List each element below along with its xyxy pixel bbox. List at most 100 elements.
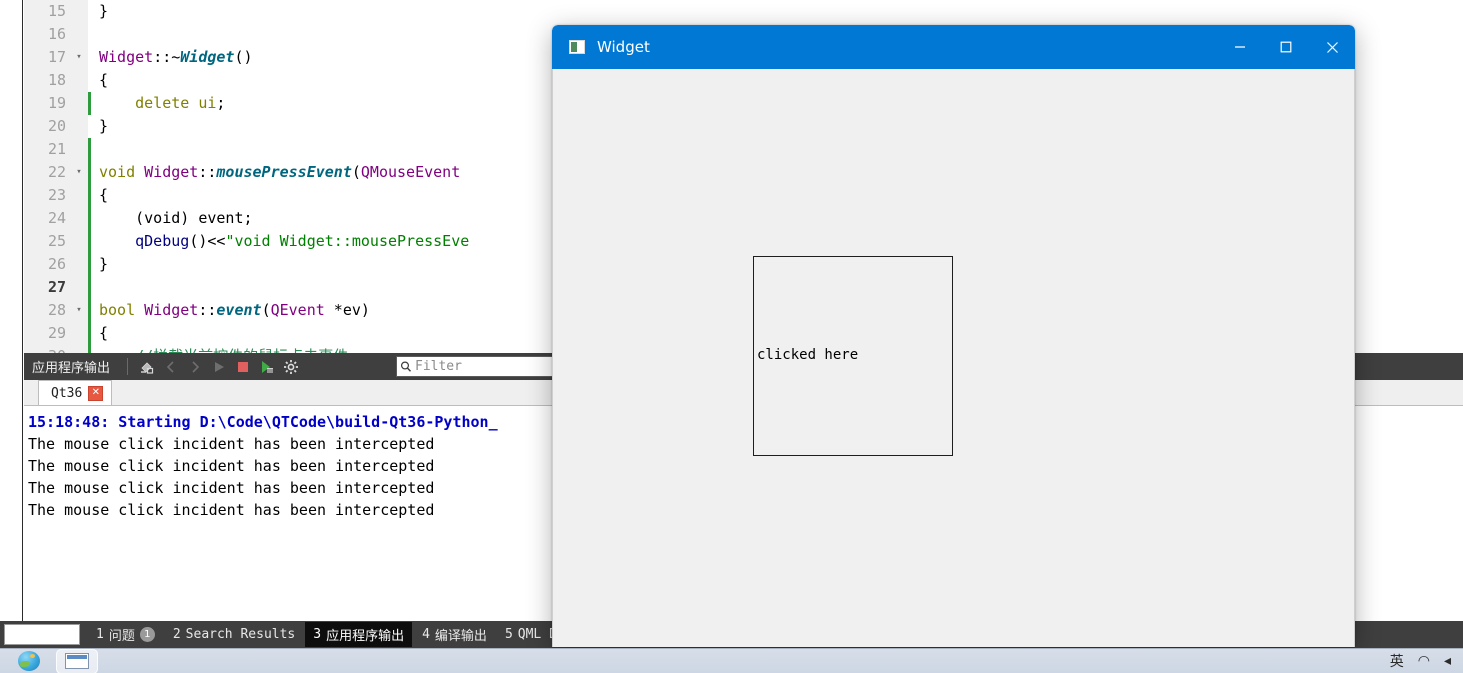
mode-selector-bar[interactable] — [0, 0, 23, 648]
maximize-icon[interactable] — [1263, 25, 1309, 69]
code-token: QEvent — [270, 301, 325, 319]
internet-globe-icon[interactable] — [18, 651, 40, 671]
minimize-icon[interactable] — [1217, 25, 1263, 69]
next-item-icon[interactable] — [183, 355, 207, 379]
system-tray: 英 ◠ ◂ — [1390, 651, 1463, 671]
code-line: 28 ▾ bool Widget::event(QEvent *ev) — [24, 299, 469, 322]
line-number: 22 — [24, 161, 70, 184]
code-text: { — [91, 69, 108, 92]
attach-debugger-icon[interactable] — [255, 355, 279, 379]
fold-marker-icon[interactable]: ▾ — [70, 299, 88, 322]
code-line: 16 — [24, 23, 469, 46]
pane-button-label: 问题 — [108, 629, 135, 644]
line-number: 28 — [24, 299, 70, 322]
line-number: 19 — [24, 92, 70, 115]
code-token: { — [99, 324, 109, 342]
output-tab-qt36[interactable]: Qt36 ✕ — [38, 380, 113, 405]
fold-marker-icon — [70, 345, 88, 353]
widget-client-area[interactable]: clicked here — [552, 69, 1355, 647]
code-line: 22 ▾ void Widget::mousePressEvent(QMouseEv… — [24, 161, 469, 184]
pane-button-number: 1 — [96, 627, 104, 642]
qt-creator-taskbar-button[interactable] — [56, 648, 98, 673]
toolbar-separator — [127, 358, 129, 375]
code-line: 30 //拦截当前控件的鼠标点击事件 — [24, 345, 469, 353]
fold-marker-icon — [70, 322, 88, 345]
fold-marker-icon — [70, 92, 88, 115]
app-window-icon — [569, 40, 585, 54]
close-icon[interactable] — [1309, 25, 1355, 69]
line-number: 29 — [24, 322, 70, 345]
code-token: ; — [216, 94, 226, 112]
code-line: 21 — [24, 138, 469, 161]
output-pane-title: 应用程序输出 — [32, 361, 111, 376]
fold-marker-icon — [70, 23, 88, 46]
output-pane-button[interactable]: 3 应用程序输出 — [305, 622, 413, 647]
output-pane-button[interactable]: 1 问题 1 — [88, 622, 163, 647]
code-token: } — [99, 2, 109, 20]
fold-marker-icon — [70, 184, 88, 207]
fold-marker-icon — [70, 253, 88, 276]
line-number: 21 — [24, 138, 70, 161]
progress-indicator — [4, 624, 80, 645]
code-line: 19 delete ui; — [24, 92, 469, 115]
settings-gear-icon[interactable] — [279, 355, 303, 379]
volume-icon[interactable]: ◂ — [1444, 653, 1451, 669]
code-token: event — [216, 301, 262, 319]
code-text: } — [91, 253, 108, 276]
windows-taskbar[interactable]: 英 ◠ ◂ — [0, 648, 1463, 673]
ime-chinese-icon[interactable]: 英 — [1390, 651, 1404, 671]
code-token: ui — [198, 94, 217, 112]
output-pane-button[interactable]: 4 编译输出 — [414, 622, 495, 647]
clear-output-icon[interactable] — [135, 355, 159, 379]
window-icon — [65, 653, 89, 669]
output-pane-button[interactable]: 2 Search Results — [165, 624, 303, 645]
line-number: 26 — [24, 253, 70, 276]
code-text: { — [91, 322, 108, 345]
code-token: mousePressEvent — [216, 163, 352, 181]
code-token: qDebug — [135, 232, 190, 250]
run-icon[interactable] — [207, 355, 231, 379]
code-token: ( — [261, 301, 271, 319]
code-line: 15} — [24, 0, 469, 23]
pane-button-number: 2 — [172, 627, 181, 642]
fold-marker-icon[interactable]: ▾ — [70, 46, 88, 69]
code-text: bool Widget::event(QEvent *ev) — [91, 299, 370, 322]
code-text: } — [91, 115, 108, 138]
pane-button-label: 编译输出 — [434, 629, 487, 644]
code-text: void Widget::mousePressEvent(QMouseEvent — [91, 161, 460, 184]
line-number: 20 — [24, 115, 70, 138]
code-token: delete — [135, 94, 190, 112]
click-target-frame[interactable]: clicked here — [753, 256, 953, 456]
pane-button-group: 1 问题 1 2 Search Results 3 应用程序输出 4 编译输出 5 QML Debu — [88, 622, 588, 647]
widget-titlebar[interactable]: Widget — [552, 25, 1355, 69]
fold-marker-icon — [70, 115, 88, 138]
code-line: 24 (void) event; — [24, 207, 469, 230]
close-icon[interactable]: ✕ — [88, 385, 104, 401]
code-line: 23 { — [24, 184, 469, 207]
network-icon[interactable]: ◠ — [1418, 653, 1430, 669]
widget-application-window[interactable]: Widget clicked here — [552, 25, 1355, 647]
change-marker — [88, 276, 91, 299]
line-number: 16 — [24, 23, 70, 46]
prev-item-icon[interactable] — [159, 355, 183, 379]
code-token: { — [99, 71, 109, 89]
filter-placeholder: Filter — [415, 359, 462, 374]
code-token: (void) event; — [99, 209, 253, 227]
code-line: 20} — [24, 115, 469, 138]
code-line: 17 ▾ Widget::~Widget() — [24, 46, 469, 69]
code-token: void — [99, 163, 136, 181]
code-text: { — [91, 184, 108, 207]
code-token: Widget — [99, 48, 154, 66]
line-number: 23 — [24, 184, 70, 207]
code-line: 18 { — [24, 69, 469, 92]
code-token: bool — [99, 301, 136, 319]
line-number: 18 — [24, 69, 70, 92]
fold-marker-icon — [70, 207, 88, 230]
screen: 15} 16 17 ▾ Widget::~Widget() 18{19 delete ui… — [0, 0, 1463, 673]
fold-marker-icon[interactable]: ▾ — [70, 161, 88, 184]
pane-button-label: 应用程序输出 — [326, 629, 405, 644]
stop-icon[interactable] — [231, 355, 255, 379]
